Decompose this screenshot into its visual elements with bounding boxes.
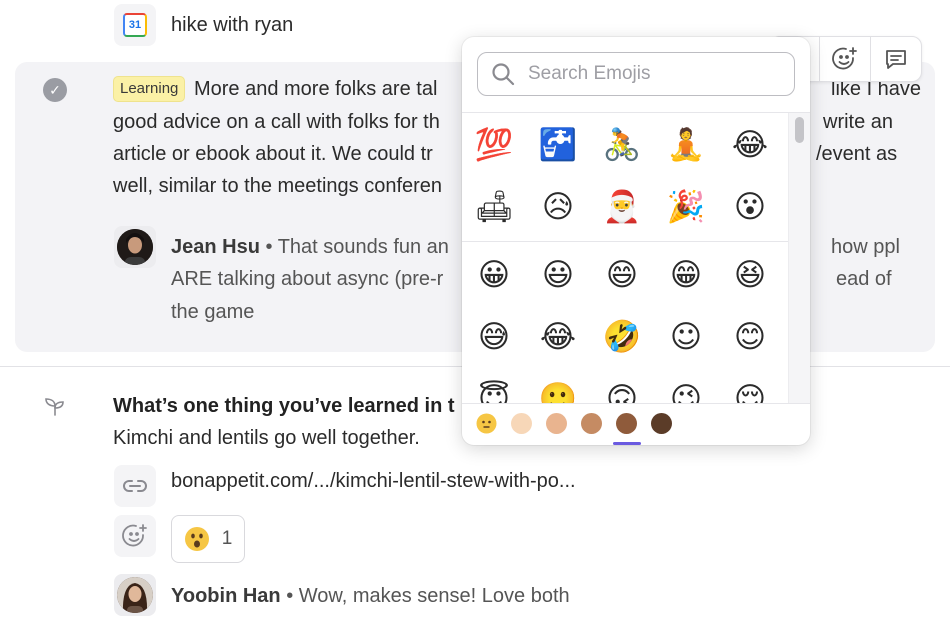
emoji-row: 🛋 😥 🎅 🎉 😮 [462,179,788,243]
emoji-cell[interactable]: 😊 [722,309,778,365]
reply-line: Yoobin Han • Wow, makes sense! Love both [171,585,570,607]
emoji-grid: 💯 🚰 🚴 🧘 😂 🛋 😥 🎅 🎉 😮 😀 😃 😄 😁 😆 😅 😂 🤣 ☺ 😊 … [462,113,788,403]
link-icon-wrap [114,465,156,507]
comment-icon [886,50,906,69]
emoji-cell[interactable]: 🚰 [530,117,586,173]
avatar[interactable] [117,229,153,265]
learning-text-right-2: write an [823,111,894,133]
emoji-cell[interactable]: 💯 [466,117,522,173]
search-icon [492,63,515,86]
learning-text-line-1: Learning More and more folks are tal [113,73,437,105]
emoji-cell[interactable]: 🚴 [594,117,650,173]
reaction-count: 1 [221,528,233,549]
learning-text-line-3: article or ebook about it. We could tr [113,143,433,165]
emoji-row: 😅 😂 🤣 ☺ 😊 [462,309,788,373]
learning-tag[interactable]: Learning [113,76,186,102]
add-reaction-button[interactable] [114,515,156,557]
emoji-cell[interactable]: 🧘 [658,117,714,173]
comment-right-2: ead of [836,268,892,290]
emoji-scrollbar[interactable] [788,113,810,403]
emoji-row: 😇 🙂 🙃 😉 😌 [462,371,788,403]
sprout-icon [43,395,67,424]
emoji-cell[interactable]: 😄 [594,247,650,303]
emoji-cell[interactable]: 😁 [658,247,714,303]
skin-tone-selector [476,413,672,445]
reply-author[interactable]: Yoobin Han [171,585,281,607]
emoji-cell[interactable]: 🤣 [594,309,650,365]
emoji-cell[interactable]: 😉 [658,371,714,403]
calendar-icon: 31 [123,13,147,37]
skin-tone-swatch[interactable] [651,413,672,434]
emoji-cell[interactable]: ☺ [658,309,714,365]
avatar[interactable] [117,577,153,613]
comment-author[interactable]: Jean Hsu [171,236,260,258]
emoji-cell[interactable]: 😀 [466,247,522,303]
scrollbar-thumb[interactable] [795,117,804,143]
emoji-search-input[interactable] [526,62,780,86]
skin-tone-swatch[interactable] [546,413,567,434]
emoji-cell[interactable]: 😮 [722,179,778,235]
emoji-row: 😀 😃 😄 😁 😆 [462,247,788,311]
add-reaction-icon [122,524,147,547]
emoji-cell[interactable]: 😂 [722,117,778,173]
comment-line-3: the game [171,301,255,323]
picker-footer-divider [462,403,810,404]
skin-tone-swatch[interactable] [613,413,641,445]
add-reaction-icon [832,47,857,70]
learning-text-line-2: good advice on a call with folks for th [113,111,440,133]
emoji-cell[interactable]: 🎉 [658,179,714,235]
check-icon[interactable]: ✓ [43,78,67,102]
emoji-cell[interactable]: 🙃 [594,371,650,403]
link-text[interactable]: bonappetit.com/.../kimchi-lentil-stew-wi… [171,465,576,497]
astonished-face-icon [184,527,209,551]
skin-tone-default-face-icon[interactable] [476,413,497,434]
question-answer: Kimchi and lentils go well together. [113,427,420,449]
comment-button[interactable] [870,37,921,81]
jean-avatar-wrap [114,226,156,268]
add-reaction-button[interactable] [819,37,870,81]
emoji-cell[interactable]: 🎅 [594,179,650,235]
emoji-cell[interactable]: 😂 [530,309,586,365]
yoobin-avatar-wrap [114,574,156,616]
emoji-search-box[interactable] [477,52,795,96]
emoji-cell[interactable]: 🙂 [530,371,586,403]
emoji-section-divider [462,241,788,242]
emoji-cell[interactable]: 😆 [722,247,778,303]
skin-tone-swatch[interactable] [581,413,602,434]
learning-text-right-3: /event as [816,143,898,165]
skin-tone-swatch[interactable] [511,413,532,434]
emoji-cell[interactable]: 😌 [722,371,778,403]
reaction-chip[interactable]: 1 [171,515,245,563]
emoji-cell[interactable]: 😃 [530,247,586,303]
emoji-cell[interactable]: 🛋 [466,179,522,235]
question-title: What’s one thing you’ve learned in t [113,395,455,417]
emoji-cell[interactable]: 😅 [466,309,522,365]
emoji-cell[interactable]: 😥 [530,179,586,235]
emoji-row: 💯 🚰 🚴 🧘 😂 [462,117,788,181]
link-icon [123,480,147,492]
emoji-picker: 💯 🚰 🚴 🧘 😂 🛋 😥 🎅 🎉 😮 😀 😃 😄 😁 😆 😅 😂 🤣 ☺ [462,37,810,445]
calendar-app-icon: 31 [114,4,156,46]
learning-text-line-4: well, similar to the meetings conferen [113,175,443,197]
comment-line-2: ARE talking about async (pre-r [171,268,444,290]
comment-line-1: Jean Hsu • That sounds fun an [171,236,449,258]
comment-right-1: how ppl [831,236,900,258]
emoji-cell[interactable]: 😇 [466,371,522,403]
item-title[interactable]: hike with ryan [171,9,293,41]
